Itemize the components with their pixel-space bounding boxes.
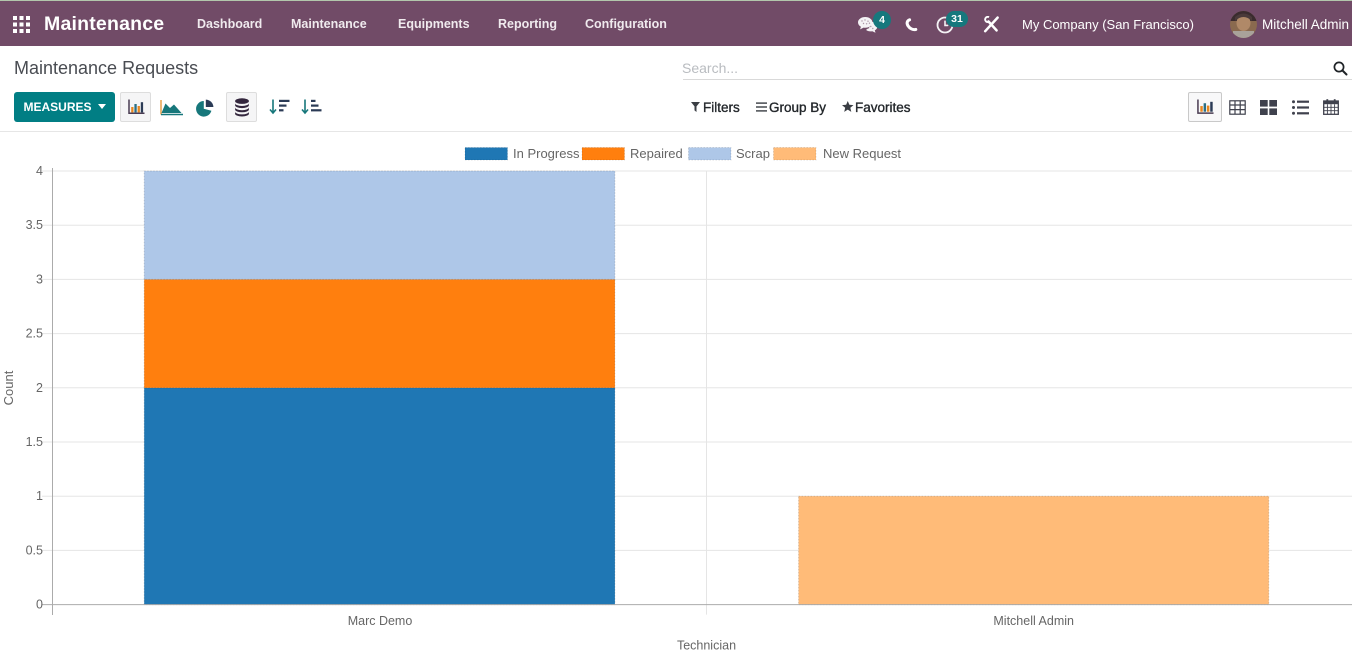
svg-text:3.5: 3.5	[26, 218, 43, 232]
svg-text:4: 4	[36, 164, 43, 178]
svg-text:0.5: 0.5	[26, 543, 43, 557]
svg-text:2.5: 2.5	[26, 327, 43, 341]
svg-text:1.5: 1.5	[26, 435, 43, 449]
svg-text:2: 2	[36, 381, 43, 395]
svg-text:In Progress: In Progress	[513, 146, 580, 161]
svg-text:Marc Demo: Marc Demo	[348, 614, 413, 628]
svg-text:Mitchell Admin: Mitchell Admin	[993, 614, 1074, 628]
svg-text:3: 3	[36, 272, 43, 286]
svg-text:Repaired: Repaired	[630, 146, 683, 161]
svg-text:New Request: New Request	[823, 146, 901, 161]
svg-text:Scrap: Scrap	[736, 146, 770, 161]
svg-text:1: 1	[36, 489, 43, 503]
svg-text:Count: Count	[1, 370, 16, 405]
svg-text:0: 0	[36, 598, 43, 612]
svg-text:Technician: Technician	[677, 639, 736, 653]
